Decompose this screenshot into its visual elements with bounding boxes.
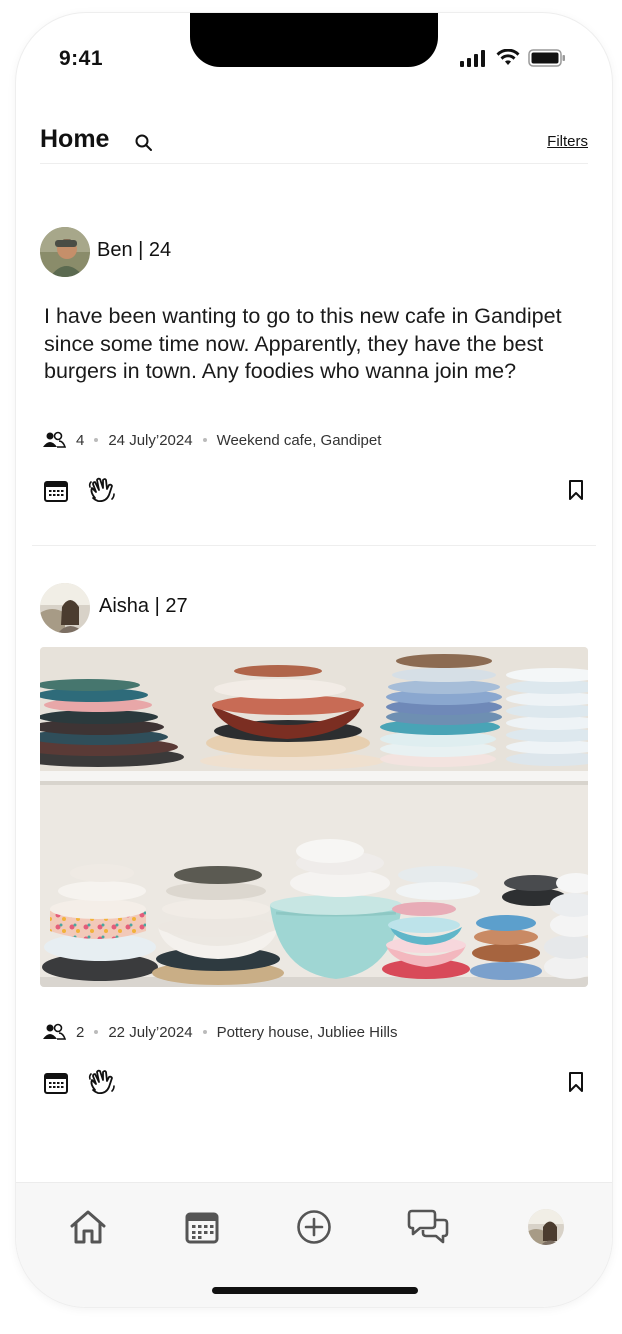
- add-icon: [297, 1210, 331, 1244]
- filters-button[interactable]: Filters: [547, 133, 588, 150]
- bookmark-icon[interactable]: [568, 479, 584, 501]
- home-icon: [70, 1210, 106, 1244]
- post-actions: [44, 476, 588, 509]
- chat-icon: [407, 1209, 449, 1244]
- page-title: Home: [40, 125, 110, 153]
- tab-calendar[interactable]: [180, 1205, 224, 1249]
- calendar-icon[interactable]: [44, 479, 68, 503]
- post-meta: 2 22 July’2024 Pottery house, Jubliee Hi…: [42, 1023, 398, 1041]
- post-location: Weekend cafe, Gandipet: [216, 431, 382, 449]
- post-divider: [32, 545, 596, 546]
- search-icon[interactable]: [134, 133, 154, 153]
- avatar[interactable]: [40, 227, 90, 277]
- tab-bar: [16, 1182, 612, 1307]
- header: Home Filters: [40, 123, 588, 164]
- people-icon: [43, 1023, 66, 1040]
- meta-separator: [202, 438, 207, 442]
- post-author: Aisha | 27: [99, 595, 188, 617]
- meta-separator: [202, 1030, 207, 1034]
- profile-avatar: [528, 1209, 564, 1245]
- post-image[interactable]: [40, 647, 588, 987]
- wave-hand-icon[interactable]: [88, 476, 116, 504]
- calendar-icon: [185, 1212, 219, 1244]
- home-indicator: [212, 1287, 418, 1294]
- post-date: 24 July’2024: [108, 431, 193, 449]
- post-meta: 4 24 July’2024 Weekend cafe, Gandipet: [42, 431, 381, 449]
- meta-separator: [94, 438, 99, 442]
- tab-create[interactable]: [292, 1205, 336, 1249]
- people-count: 2: [76, 1023, 85, 1041]
- signal-icon: [460, 50, 485, 67]
- post-author: Ben | 24: [97, 239, 172, 261]
- people-icon: [43, 431, 66, 448]
- phone-frame: 9:41 Home Filters Ben | 24 I have been w…: [16, 13, 612, 1307]
- tab-messages[interactable]: [406, 1205, 450, 1249]
- post-location: Pottery house, Jubliee Hills: [216, 1023, 398, 1041]
- post-date: 22 July’2024: [108, 1023, 193, 1041]
- people-count: 4: [76, 431, 85, 449]
- bookmark-icon[interactable]: [568, 1071, 584, 1093]
- calendar-icon[interactable]: [44, 1071, 68, 1095]
- battery-icon: [528, 49, 565, 67]
- post-actions: [44, 1068, 588, 1101]
- wave-hand-icon[interactable]: [88, 1068, 116, 1096]
- post-text: I have been wanting to go to this new ca…: [44, 304, 562, 383]
- notch: [190, 13, 438, 67]
- tab-profile[interactable]: [524, 1205, 568, 1249]
- status-icons: [460, 49, 566, 67]
- avatar[interactable]: [40, 583, 90, 633]
- wifi-icon: [496, 49, 520, 65]
- tab-home[interactable]: [66, 1205, 110, 1249]
- status-time: 9:41: [59, 47, 104, 70]
- meta-separator: [94, 1030, 99, 1034]
